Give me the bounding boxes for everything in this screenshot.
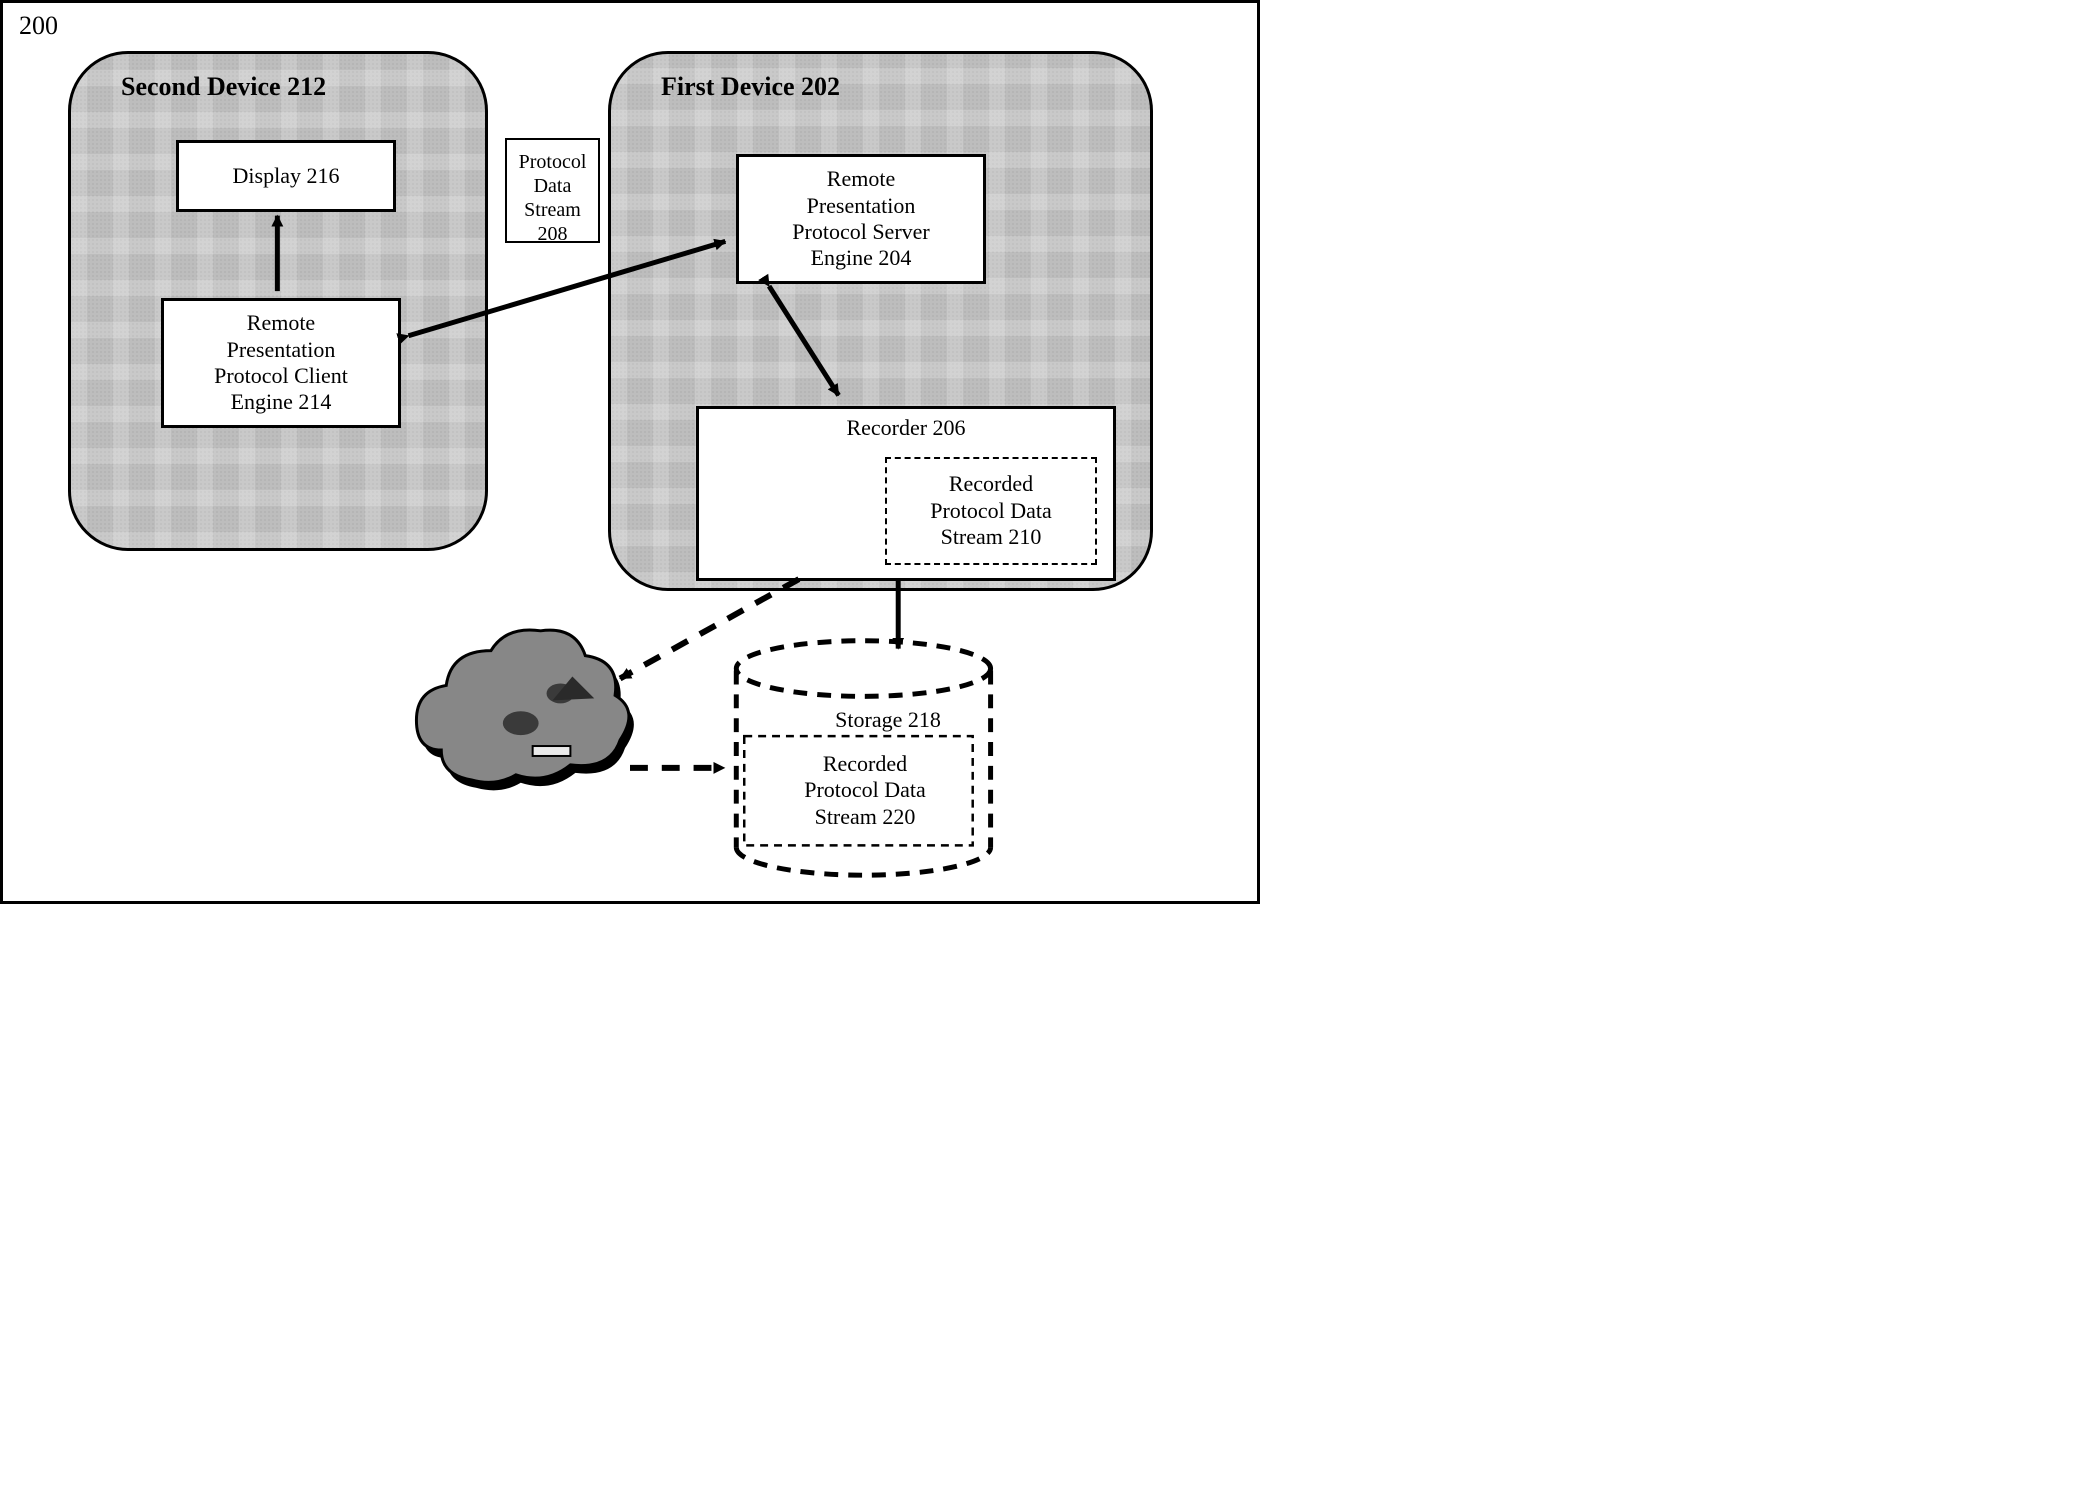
- recorder-label: Recorder 206: [709, 415, 1103, 441]
- display-box: Display 216: [176, 140, 396, 212]
- display-label: Display 216: [233, 163, 340, 189]
- figure-number: 200: [19, 11, 58, 41]
- recorder-box: Recorder 206 Recorded Protocol Data Stre…: [696, 406, 1116, 581]
- second-device-title: Second Device 212: [121, 72, 326, 102]
- storage-label: Storage 218: [798, 707, 978, 733]
- protocol-data-stream-box: Protocol Data Stream 208: [505, 138, 600, 243]
- client-engine-box: Remote Presentation Protocol Client Engi…: [161, 298, 401, 428]
- server-engine-label: Remote Presentation Protocol Server Engi…: [792, 166, 929, 272]
- cloud-icon: [416, 630, 633, 790]
- figure-frame: 200 Second Device 212 Display 216 Remote…: [0, 0, 1260, 904]
- first-device-panel: First Device 202 Remote Presentation Pro…: [608, 51, 1153, 591]
- recorded-stream-210-box: Recorded Protocol Data Stream 210: [885, 457, 1097, 565]
- first-device-title: First Device 202: [661, 72, 840, 102]
- protocol-data-stream-label: Protocol Data Stream 208: [519, 151, 587, 245]
- second-device-panel: Second Device 212 Display 216 Remote Pre…: [68, 51, 488, 551]
- recorded-stream-210-label: Recorded Protocol Data Stream 210: [930, 471, 1052, 550]
- server-engine-box: Remote Presentation Protocol Server Engi…: [736, 154, 986, 284]
- recorded-stream-220-label: Recorded Protocol Data Stream 220: [755, 751, 975, 830]
- arrow-recorder-to-cloud-dashed: [620, 579, 799, 678]
- client-engine-label: Remote Presentation Protocol Client Engi…: [214, 310, 348, 416]
